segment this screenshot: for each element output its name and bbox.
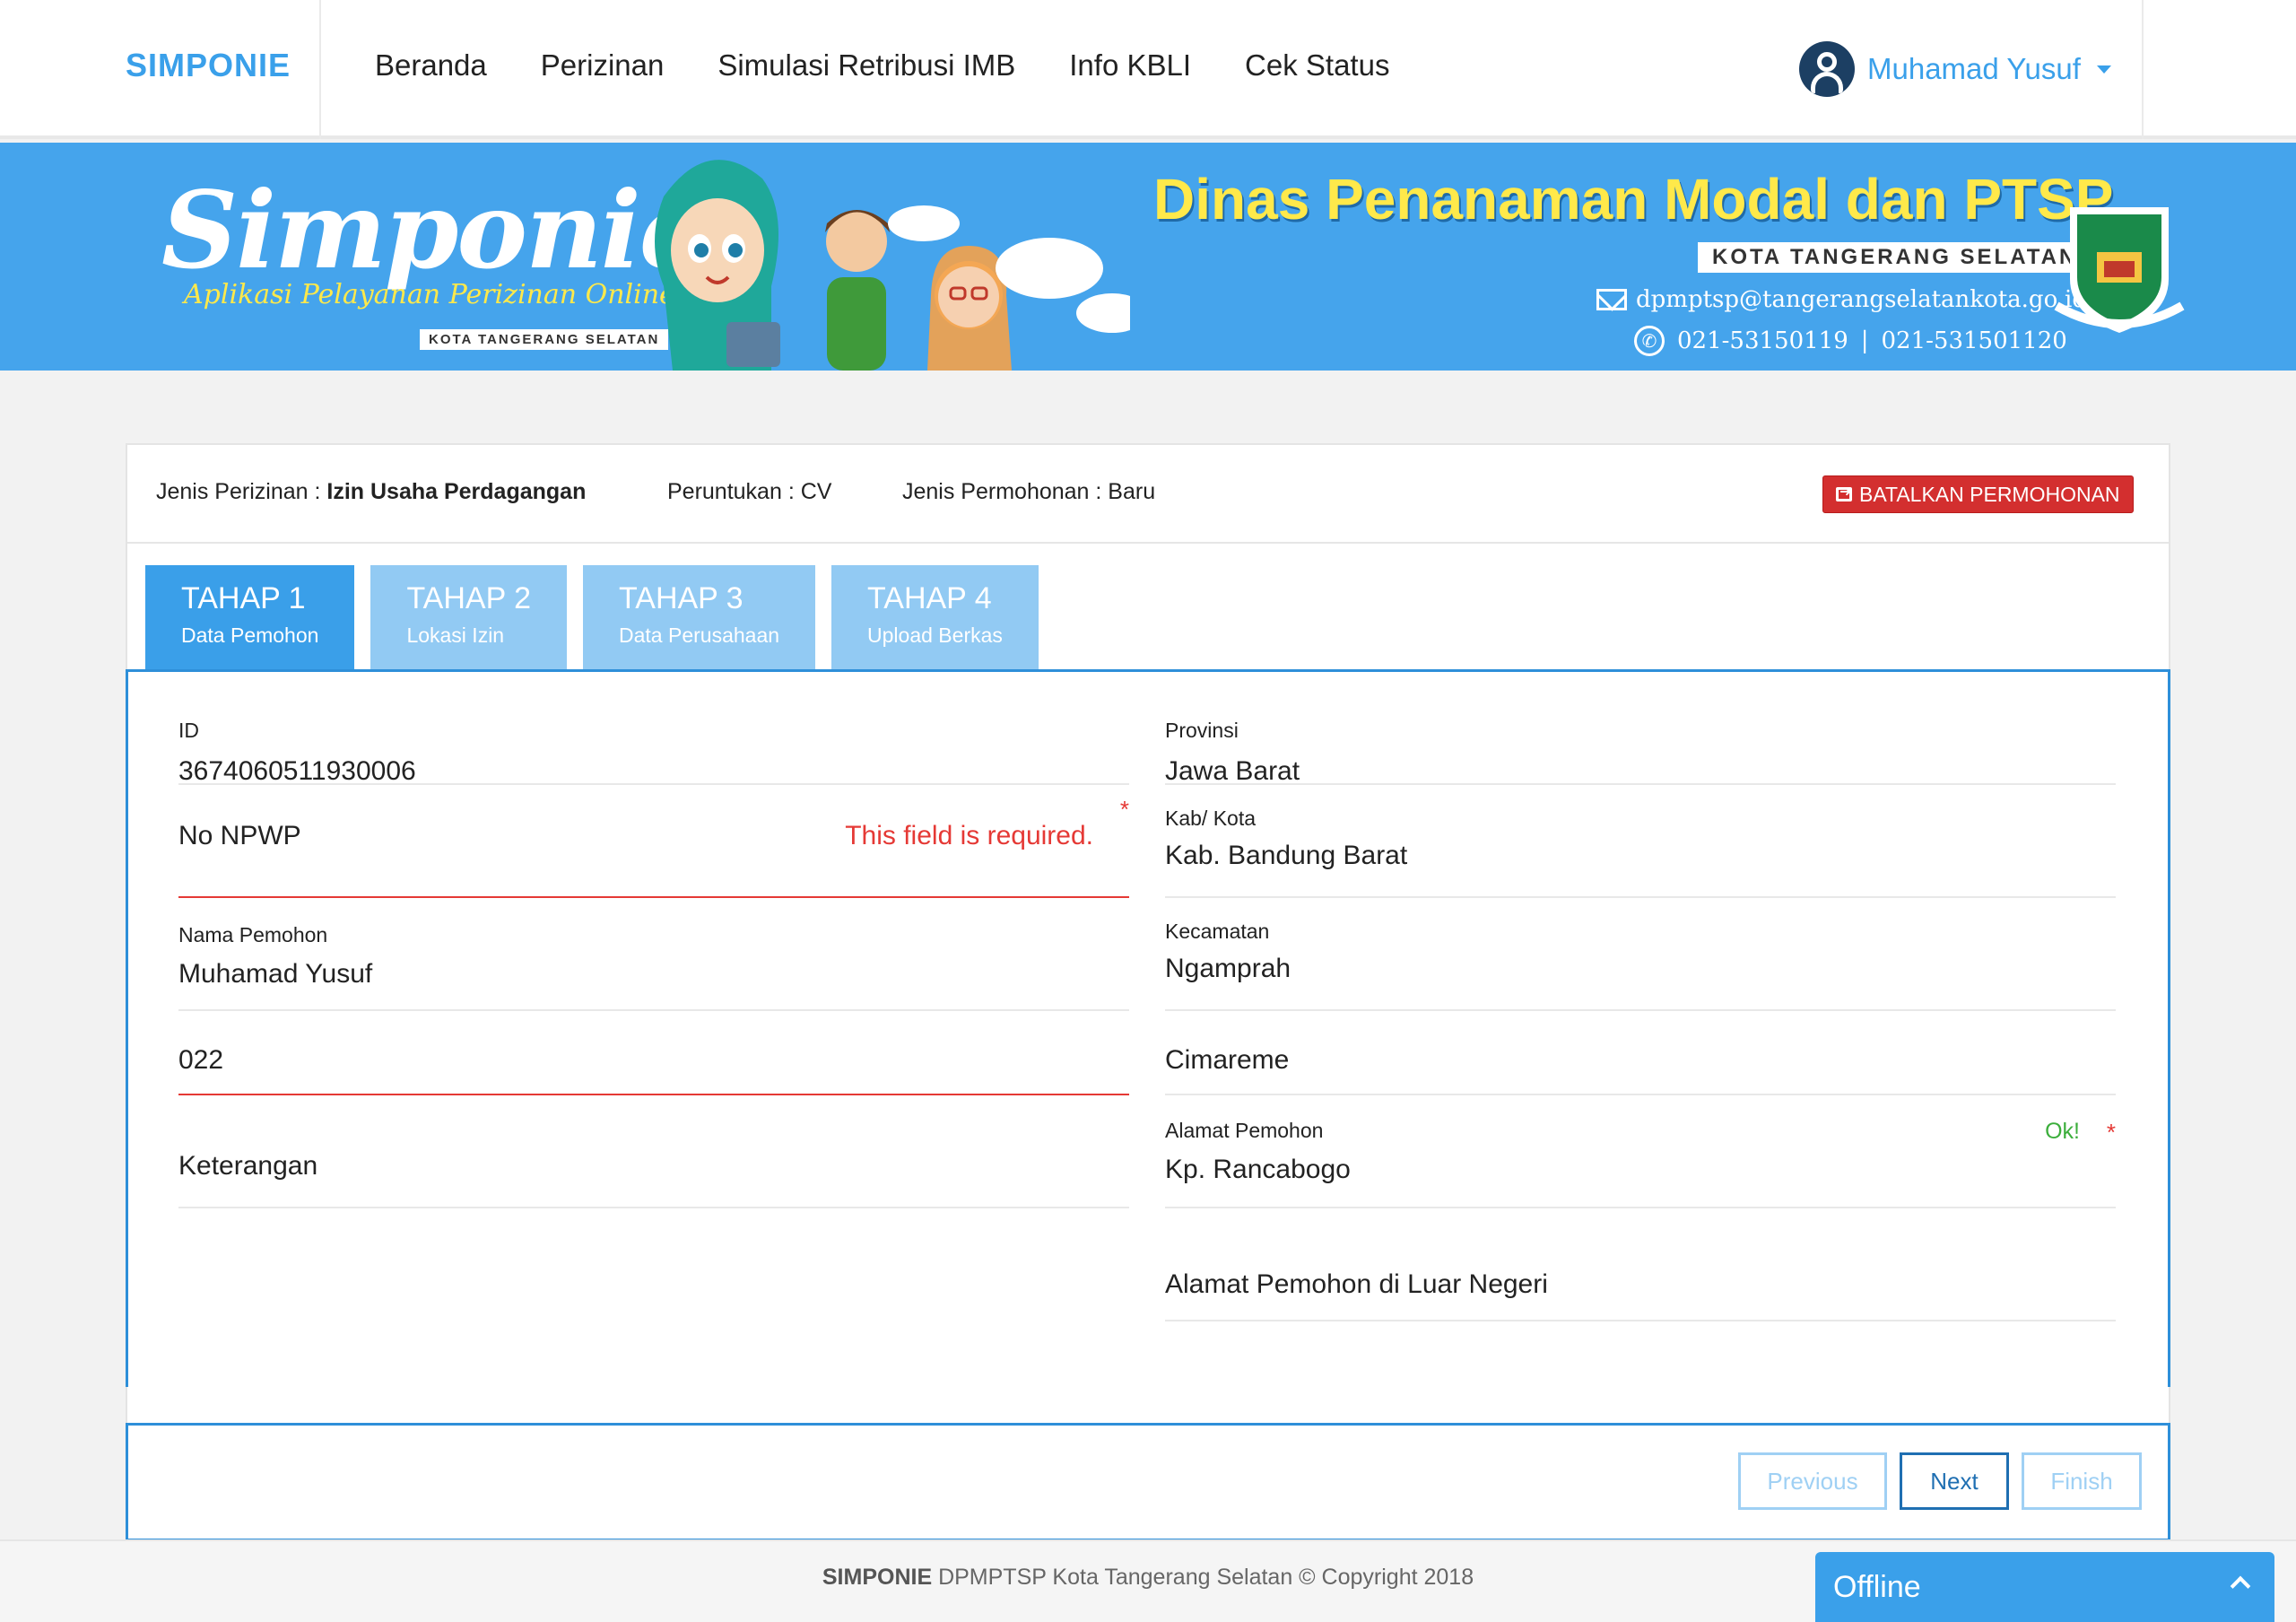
finish-button[interactable]: Finish	[2022, 1452, 2142, 1510]
phone-field[interactable]: 022	[178, 1011, 1129, 1095]
nav-info-kbli[interactable]: Info KBLI	[1069, 48, 1191, 83]
user-menu[interactable]: Muhamad Yusuf	[1799, 41, 2111, 97]
banner-title: Dinas Penanaman Modal dan PTSP	[1153, 167, 2114, 231]
user-avatar-icon	[1799, 41, 1855, 97]
tab-title: TAHAP 1	[181, 581, 306, 615]
banner-phone-2: 021-531501120	[1881, 327, 2067, 354]
kelurahan-value: Cimareme	[1165, 1045, 1290, 1075]
chat-widget[interactable]: Offline	[1815, 1552, 2274, 1622]
required-asterisk: *	[1119, 796, 1129, 823]
kecamatan-value: Ngamprah	[1165, 954, 1292, 983]
form-data-pemohon: ID 3674060511930006 No NPWP This field i…	[126, 669, 2170, 1387]
banner-illustration	[655, 160, 1130, 371]
npwp-placeholder: No NPWP	[178, 821, 301, 850]
alamat-pemohon-value: Kp. Rancabogo	[1165, 1155, 1351, 1184]
cancel-application-label: BATALKAN PERMOHONAN	[1859, 482, 2120, 506]
chat-status: Offline	[1833, 1569, 1921, 1604]
keterangan-field[interactable]: Keterangan	[178, 1095, 1129, 1208]
tab-subtitle: Upload Berkas	[867, 624, 1003, 647]
nama-pemohon-field[interactable]: Nama Pemohon Muhamad Yusuf	[178, 898, 1129, 1011]
footer-brand: SIMPONIE	[822, 1565, 933, 1590]
alamat-pemohon-field[interactable]: Alamat Pemohon Ok! * Kp. Rancabogo	[1165, 1095, 2116, 1208]
npwp-error-message: This field is required.	[845, 821, 1093, 850]
nav-cek-status[interactable]: Cek Status	[1245, 48, 1389, 83]
caret-down-icon	[2096, 65, 2111, 74]
nama-pemohon-label: Nama Pemohon	[178, 923, 328, 946]
tab-title: TAHAP 3	[619, 581, 744, 615]
brand-logo[interactable]: SIMPONIE	[126, 47, 291, 84]
banner-tagline: Aplikasi Pelayanan Perizinan Online	[184, 279, 675, 310]
id-value: 3674060511930006	[178, 756, 416, 786]
banner-phone-1: 021-53150119	[1677, 327, 1848, 354]
jenis-perizinan-value: Izin Usaha Perdagangan	[326, 479, 587, 504]
nav-links: Beranda Perizinan Simulasi Retribusi IMB…	[375, 48, 1389, 83]
banner-email: dpmptsp@tangerangselatankota.go.id	[1596, 286, 2087, 313]
kelurahan-field[interactable]: Cimareme	[1165, 1011, 2116, 1095]
kabkota-label: Kab/ Kota	[1165, 807, 1257, 830]
wizard-actions: Previous Next Finish	[126, 1423, 2170, 1541]
banner-phone-separator: |	[1860, 327, 1869, 354]
provinsi-field[interactable]: Provinsi Jawa Barat	[1165, 672, 2116, 786]
banner-logo: Simponie	[161, 168, 707, 292]
nav-simulasi-retribusi[interactable]: Simulasi Retribusi IMB	[718, 48, 1015, 83]
jenis-permohonan: Jenis Permohonan : Baru	[902, 479, 1156, 504]
city-emblem-icon	[2054, 207, 2185, 333]
peruntukan: Peruntukan : CV	[667, 479, 832, 504]
kecamatan-field[interactable]: Kecamatan Ngamprah	[1165, 898, 2116, 1011]
user-name: Muhamad Yusuf	[1867, 52, 2081, 85]
previous-button[interactable]: Previous	[1738, 1452, 1887, 1510]
jenis-perizinan-label: Jenis Perizinan :	[156, 479, 321, 504]
alamat-luar-negeri-field[interactable]: Alamat Pemohon di Luar Negeri	[1165, 1208, 2116, 1321]
npwp-field[interactable]: No NPWP This field is required. *	[178, 785, 1129, 898]
tab-tahap-2[interactable]: TAHAP 2 Lokasi Izin	[370, 565, 568, 669]
permohonan-panel: Jenis Perizinan : Izin Usaha Perdagangan…	[126, 443, 2170, 1541]
next-button[interactable]: Next	[1900, 1452, 2009, 1510]
nav-perizinan[interactable]: Perizinan	[541, 48, 665, 83]
phone-value: 022	[178, 1045, 224, 1075]
alamat-ok-message: Ok!	[2045, 1119, 2080, 1144]
nav-divider-right	[2142, 0, 2144, 139]
jenis-perizinan: Jenis Perizinan : Izin Usaha Perdagangan	[156, 479, 586, 505]
banner-email-text: dpmptsp@tangerangselatankota.go.id	[1636, 286, 2087, 313]
kecamatan-label: Kecamatan	[1165, 920, 1270, 943]
footer-text: DPMPTSP Kota Tangerang Selatan © Copyrig…	[938, 1565, 1474, 1590]
top-navbar: SIMPONIE Beranda Perizinan Simulasi Retr…	[0, 0, 2296, 139]
tab-tahap-1[interactable]: TAHAP 1 Data Pemohon	[145, 565, 355, 669]
required-asterisk: *	[2106, 1119, 2116, 1146]
step-tabs: TAHAP 1 Data Pemohon TAHAP 2 Lokasi Izin…	[145, 565, 1039, 669]
tab-title: TAHAP 2	[406, 581, 532, 615]
header-banner: Simponie Aplikasi Pelayanan Perizinan On…	[0, 143, 2296, 371]
banner-phones: ✆ 021-53150119 | 021-531501120	[1634, 326, 2067, 356]
panel-header: Jenis Perizinan : Izin Usaha Perdagangan…	[127, 445, 2169, 544]
alamat-luar-negeri-placeholder: Alamat Pemohon di Luar Negeri	[1165, 1269, 1548, 1299]
kabkota-field[interactable]: Kab/ Kota Kab. Bandung Barat	[1165, 785, 2116, 898]
banner-city: KOTA TANGERANG SELATAN	[1698, 242, 2092, 273]
provinsi-label: Provinsi	[1165, 719, 1239, 742]
tab-tahap-3[interactable]: TAHAP 3 Data Perusahaan	[583, 565, 816, 669]
chevron-up-icon	[2230, 1575, 2251, 1597]
tab-tahap-4[interactable]: TAHAP 4 Upload Berkas	[831, 565, 1039, 669]
nav-divider	[319, 0, 321, 139]
tab-subtitle: Data Pemohon	[181, 624, 319, 647]
cancel-application-button[interactable]: BATALKAN PERMOHONAN	[1822, 475, 2134, 513]
nav-beranda[interactable]: Beranda	[375, 48, 487, 83]
mail-icon	[1596, 289, 1627, 310]
phone-icon: ✆	[1634, 326, 1665, 356]
sign-out-icon	[1836, 483, 1852, 501]
id-label: ID	[178, 719, 199, 742]
tab-title: TAHAP 4	[867, 581, 992, 615]
provinsi-value: Jawa Barat	[1165, 756, 1300, 786]
tab-subtitle: Data Perusahaan	[619, 624, 780, 647]
alamat-pemohon-label: Alamat Pemohon	[1165, 1119, 1324, 1142]
tab-subtitle: Lokasi Izin	[406, 624, 505, 647]
keterangan-placeholder: Keterangan	[178, 1151, 318, 1181]
kabkota-value: Kab. Bandung Barat	[1165, 841, 1408, 870]
id-field[interactable]: ID 3674060511930006	[178, 672, 1129, 786]
nama-pemohon-value: Muhamad Yusuf	[178, 959, 373, 989]
